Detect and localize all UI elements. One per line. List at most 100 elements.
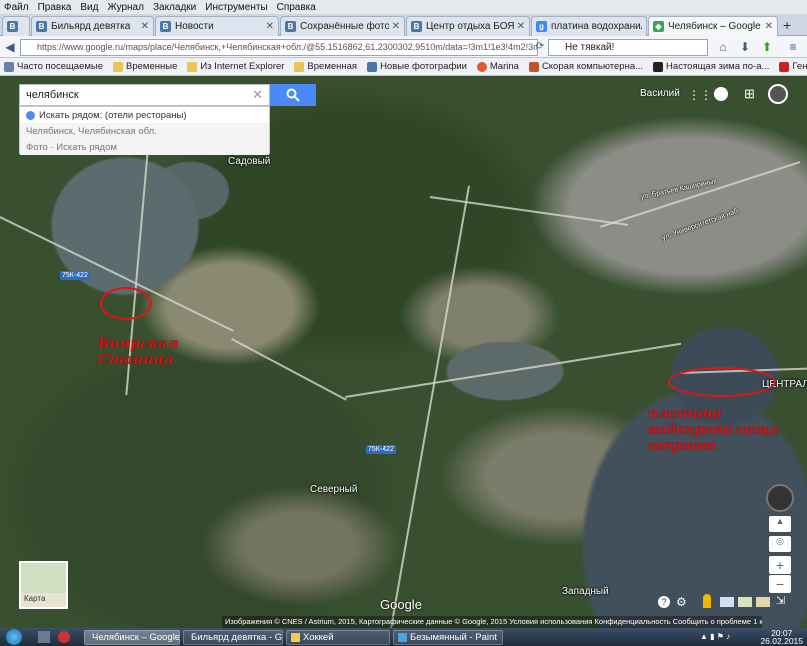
reload-icon[interactable]: ⟳ xyxy=(533,40,547,54)
notifications-icon[interactable] xyxy=(714,87,728,101)
annotation-circle-boyarskaya xyxy=(100,287,152,320)
vk-icon xyxy=(367,61,378,72)
close-icon[interactable]: ✕ xyxy=(765,21,773,32)
thumbnail-label: Карта xyxy=(24,594,46,603)
zoom-out-button[interactable]: − xyxy=(769,575,791,593)
map-type-thumbnail[interactable]: Карта xyxy=(19,561,68,609)
browser-search-input[interactable]: Не тявкай! xyxy=(548,39,708,56)
maps-search-input[interactable]: челябинск ✕ xyxy=(19,84,270,106)
satellite-map[interactable]: Садовый Северный Западный ЦЕНТРАЛ ул. Бр… xyxy=(0,76,807,628)
bookmark-frequent[interactable]: Часто посещаемые xyxy=(4,61,103,72)
bookmark-ie[interactable]: Из Internet Explorer xyxy=(187,61,284,72)
menu-tools[interactable]: Инструменты xyxy=(205,2,267,13)
close-icon[interactable]: ✕ xyxy=(517,21,525,32)
download-icon[interactable]: ⬇ xyxy=(738,40,752,54)
search-engine-text: Не тявкай! xyxy=(565,42,615,53)
url-bar[interactable]: https://www.google.ru/maps/place/Челябин… xyxy=(20,39,538,56)
my-location-icon[interactable]: ◎ xyxy=(769,536,791,552)
help-icon[interactable]: ? xyxy=(658,596,670,608)
suggestion-label: Челябинск, Челябинская обл. xyxy=(26,125,157,137)
site-icon xyxy=(653,61,664,72)
menu-help[interactable]: Справка xyxy=(277,2,316,13)
suggestion-label: Фото · Искать рядом xyxy=(26,141,117,153)
clock-date: 26.02.2015 xyxy=(760,636,803,646)
tab-boyarsk[interactable]: В Центр отдыха БОЯРСК... ✕ xyxy=(406,16,530,36)
bookmark-label: Marina xyxy=(489,61,519,72)
back-icon[interactable]: ◀ xyxy=(3,40,17,54)
road-shield-75k422: 75К-422 xyxy=(60,271,90,280)
close-icon[interactable]: ✕ xyxy=(266,21,274,32)
bookmark-photos[interactable]: Новые фотографии xyxy=(367,61,467,72)
tab-platina-search[interactable]: g платина водохранили... xyxy=(531,16,647,36)
photo-tile-icon[interactable] xyxy=(756,597,770,607)
tab-label: Новости xyxy=(175,21,214,32)
bookmark-keygen[interactable]: Генератор ключей к ... xyxy=(779,61,807,72)
folder-icon xyxy=(294,61,305,72)
tab-label: Челябинск – Google Ка... xyxy=(668,21,762,32)
bookmark-label: Из Internet Explorer xyxy=(200,61,285,72)
photo-tile-icon[interactable] xyxy=(738,597,752,607)
taskbar-item-hockey[interactable]: Хоккей xyxy=(286,629,390,645)
annotation-circle-dam xyxy=(668,367,776,397)
menu-edit[interactable]: Правка xyxy=(38,2,72,13)
menu-view[interactable]: Вид xyxy=(80,2,98,13)
tilt-button[interactable]: ▲ xyxy=(769,516,791,532)
menu-bar: Файл Правка Вид Журнал Закладки Инструме… xyxy=(0,0,807,14)
map-copyright: Изображения © CNES / Astrium, 2015, Карт… xyxy=(222,616,762,628)
clock[interactable]: 20:07 26.02.2015 xyxy=(760,629,803,646)
vk-icon: В xyxy=(160,21,171,32)
clear-icon[interactable]: ✕ xyxy=(252,87,263,103)
tab-news[interactable]: В Новости ✕ xyxy=(155,16,279,36)
taskbar-item-paint[interactable]: Безымянный - Paint xyxy=(393,629,503,645)
opera-icon[interactable] xyxy=(58,631,70,643)
bookmark-temp2[interactable]: Временная xyxy=(294,61,357,72)
close-icon[interactable]: ✕ xyxy=(392,21,400,32)
taskbar-item-chrome[interactable]: Бильярд девятка - G... xyxy=(183,629,283,645)
apps-grid-icon[interactable]: ⋮⋮ xyxy=(688,88,712,102)
zoom-in-button[interactable]: + xyxy=(769,556,791,574)
suggestion-item[interactable]: Искать рядом: (отели рестораны) xyxy=(20,107,269,123)
quicklaunch-icon[interactable] xyxy=(38,631,50,643)
bookmark-winter[interactable]: Настоящая зима по-а... xyxy=(653,61,769,72)
tab-label: Сохранённые фотограф... xyxy=(300,21,389,32)
bookmark-computer-help[interactable]: Скорая компьютерна... xyxy=(528,61,643,72)
pegman-icon[interactable] xyxy=(703,594,711,608)
menu-bookmarks[interactable]: Закладки xyxy=(153,2,196,13)
taskbar-item-firefox[interactable]: Челябинск – Google... xyxy=(84,629,180,645)
search-button[interactable] xyxy=(270,84,316,106)
tab-google-maps[interactable]: ◆ Челябинск – Google Ка... ✕ xyxy=(648,16,778,36)
suggestion-item[interactable]: Фото · Искать рядом xyxy=(20,139,269,155)
system-tray[interactable]: ▲ ▮ ⚑ ♪ xyxy=(700,632,760,642)
start-button[interactable] xyxy=(6,629,22,645)
maps-icon: ◆ xyxy=(653,21,664,32)
avatar[interactable] xyxy=(768,84,788,104)
tab-strip: В В Бильярд девятка ✕ В Новости ✕ В Сохр… xyxy=(0,14,807,36)
bookmark-temp[interactable]: Временные xyxy=(113,61,177,72)
compass-icon[interactable] xyxy=(766,484,794,512)
home-icon[interactable]: ⌂ xyxy=(716,40,730,54)
tab-vk-pinned[interactable]: В xyxy=(2,16,30,36)
settings-gear-icon[interactable]: ⚙ xyxy=(676,595,687,609)
label-street-universitet: ул. Университетская наб. xyxy=(661,207,741,242)
bookmarks-bar: Часто посещаемые Временные Из Internet E… xyxy=(0,58,807,76)
close-icon[interactable]: ✕ xyxy=(141,21,149,32)
suggestion-item[interactable]: Челябинск, Челябинская обл. xyxy=(20,123,269,139)
photo-tile-icon[interactable] xyxy=(720,597,734,607)
bookmark-label: Временные xyxy=(126,61,178,72)
addon-icon[interactable]: ⬆ xyxy=(760,40,774,54)
bookmark-marina[interactable]: Marina xyxy=(476,61,519,72)
label-zapadny: Западный xyxy=(562,586,609,597)
new-tab-icon[interactable]: + xyxy=(783,17,791,33)
menu-history[interactable]: Журнал xyxy=(107,2,144,13)
flower-icon xyxy=(476,61,487,72)
menu-icon[interactable]: ≡ xyxy=(786,40,800,54)
menu-file[interactable]: Файл xyxy=(4,2,29,13)
bookmark-label: Генератор ключей к ... xyxy=(792,61,807,72)
share-icon[interactable]: ⊞ xyxy=(744,86,755,102)
tab-billiard[interactable]: В Бильярд девятка ✕ xyxy=(31,16,154,36)
expand-icon[interactable]: ⇲ xyxy=(776,594,785,607)
highway-road xyxy=(231,338,347,401)
tab-saved-photos[interactable]: В Сохранённые фотограф... ✕ xyxy=(280,16,405,36)
user-name[interactable]: Василий xyxy=(640,88,680,99)
label-severny: Северный xyxy=(310,484,358,495)
